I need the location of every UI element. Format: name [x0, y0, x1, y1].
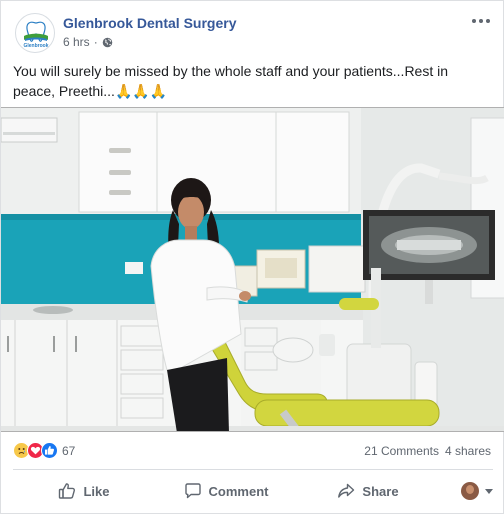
tooth-logo-icon: Glenbrook	[23, 21, 49, 49]
post-time[interactable]: 6 hrs	[63, 35, 90, 49]
page-name[interactable]: Glenbrook Dental Surgery	[63, 15, 236, 31]
reaction-count[interactable]: 67	[62, 444, 75, 458]
comment-button[interactable]: Comment	[155, 475, 297, 507]
actions-divider	[13, 469, 493, 470]
praying-hands-emoji: 🙏🙏🙏	[114, 83, 168, 99]
svg-text:Glenbrook: Glenbrook	[23, 43, 48, 49]
facebook-post: Glenbrook Glenbrook Dental Surgery 6 hrs…	[0, 0, 504, 514]
more-dot-icon	[472, 19, 476, 23]
post-message: You will surely be missed by the whole s…	[13, 63, 449, 99]
page-avatar[interactable]: Glenbrook	[15, 13, 55, 53]
meta-separator: ·	[93, 35, 98, 49]
more-options-button[interactable]	[469, 11, 493, 31]
user-avatar	[461, 482, 479, 500]
reactions-summary[interactable]: 67	[13, 442, 75, 459]
post-as-selector[interactable]	[439, 482, 493, 500]
like-button[interactable]: Like	[13, 475, 155, 507]
share-button[interactable]: Share	[297, 475, 439, 507]
more-dot-icon	[479, 19, 483, 23]
chevron-down-icon	[485, 488, 493, 494]
dental-clinic-photo	[1, 108, 504, 431]
post-header: Glenbrook Glenbrook Dental Surgery 6 hrs…	[13, 11, 493, 55]
post-photo[interactable]	[1, 107, 504, 432]
post-actions: Like Comment Share	[13, 473, 493, 509]
like-reaction-icon	[41, 442, 58, 459]
thumbs-up-icon	[59, 483, 76, 499]
post-stats: 67 21 Comments 4 shares	[13, 440, 493, 462]
post-text: You will surely be missed by the whole s…	[13, 61, 483, 101]
more-dot-icon	[486, 19, 490, 23]
comment-label: Comment	[208, 483, 269, 499]
comment-bubble-icon	[184, 483, 201, 499]
like-label: Like	[83, 483, 110, 499]
engagement-counts: 21 Comments 4 shares	[364, 444, 491, 458]
comments-count[interactable]: 21 Comments	[364, 444, 439, 458]
globe-icon[interactable]	[102, 37, 113, 48]
share-label: Share	[362, 483, 399, 499]
shares-count[interactable]: 4 shares	[445, 444, 491, 458]
post-meta: 6 hrs ·	[63, 35, 113, 49]
share-arrow-icon	[338, 483, 355, 498]
